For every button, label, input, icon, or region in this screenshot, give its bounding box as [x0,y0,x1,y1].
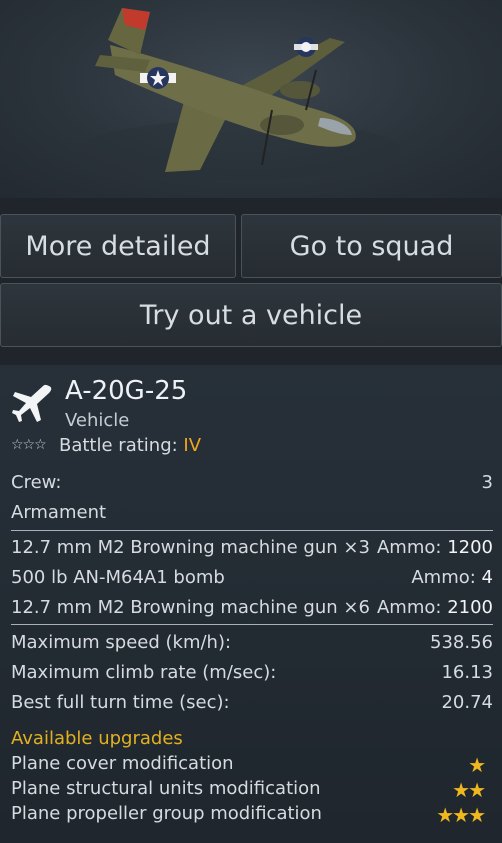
upgrade-row: Plane cover modification ★ [11,753,493,777]
go-to-squad-button[interactable]: Go to squad [241,214,502,278]
more-detailed-button[interactable]: More detailed [0,214,236,278]
armament-row: 500 lb AN-M64A1 bomb Ammo: 4 [11,567,493,591]
vehicle-name: A-20G-25 [65,376,188,406]
stat-value: 538.56 [430,632,493,653]
battle-rating-value: IV [183,435,202,456]
aircraft-illustration [80,8,400,180]
stat-row: Maximum climb rate (m/sec): 16.13 [11,662,493,686]
weapon-ammo: Ammo: 4 [411,567,493,588]
stat-row: Best full turn time (sec): 20.74 [11,692,493,716]
armament-row: 12.7 mm M2 Browning machine gun ×6 Ammo:… [11,597,493,621]
stat-value: 20.74 [441,692,493,713]
weapon-name: 500 lb AN-M64A1 bomb [11,567,225,588]
upgrade-row: Plane propeller group modification ★★★ [11,803,493,827]
rank-stars-icon: ☆☆☆ [11,437,47,453]
divider [11,530,493,531]
upgrade-star-icon: ★★ [452,778,486,802]
upgrade-name: Plane cover modification [11,753,234,774]
vehicle-preview-image [0,0,502,198]
armament-title-row: Armament [11,502,493,526]
battle-rating: Battle rating: IV [59,435,201,456]
armament-row: 12.7 mm M2 Browning machine gun ×3 Ammo:… [11,537,493,561]
upgrade-name: Plane propeller group modification [11,803,322,824]
crew-label: Crew: [11,472,62,493]
upgrade-row: Plane structural units modification ★★ [11,778,493,802]
crew-value: 3 [481,472,493,493]
stat-label: Maximum climb rate (m/sec): [11,662,277,683]
weapon-ammo: Ammo: 2100 [376,597,493,618]
plane-silhouette-icon [12,384,52,422]
stat-row: Maximum speed (km/h): 538.56 [11,632,493,656]
divider [11,624,493,625]
stat-label: Maximum speed (km/h): [11,632,232,653]
weapon-name: 12.7 mm M2 Browning machine gun ×6 [11,597,370,618]
upgrade-star-icon: ★ [468,753,486,777]
weapon-ammo: Ammo: 1200 [376,537,493,558]
upgrade-name: Plane structural units modification [11,778,321,799]
vehicle-type: Vehicle [65,410,130,431]
armament-title: Armament [11,502,107,523]
stat-value: 16.13 [441,662,493,683]
stat-label: Best full turn time (sec): [11,692,230,713]
try-vehicle-button[interactable]: Try out a vehicle [0,283,502,347]
weapon-name: 12.7 mm M2 Browning machine gun ×3 [11,537,370,558]
crew-row: Crew: 3 [11,472,493,496]
battle-rating-label: Battle rating: [59,435,178,456]
upgrade-star-icon: ★★★ [436,803,486,827]
upgrades-title: Available upgrades [11,728,183,749]
